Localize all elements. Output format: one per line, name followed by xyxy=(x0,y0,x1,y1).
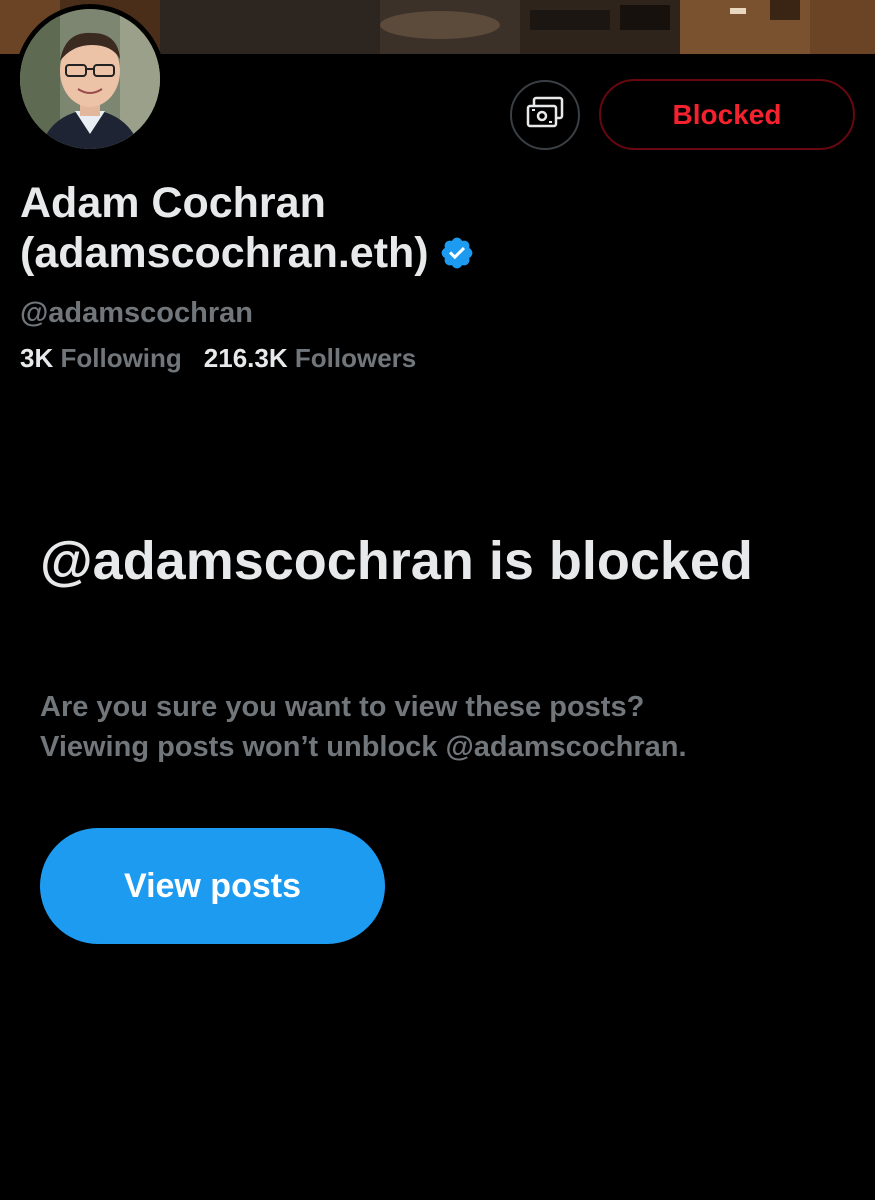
blocked-notice-title: @adamscochran is blocked xyxy=(40,531,753,591)
blocked-button-label: Blocked xyxy=(672,98,782,130)
follow-stats: 3K Following 216.3K Followers xyxy=(20,343,416,374)
avatar[interactable] xyxy=(15,4,165,154)
following-count: 3K xyxy=(20,343,54,373)
verified-badge-icon[interactable] xyxy=(439,232,475,282)
avatar-photo xyxy=(20,9,160,149)
following-link[interactable]: 3K Following xyxy=(20,343,182,373)
tip-button[interactable] xyxy=(510,80,580,150)
blocked-notice-line2: Viewing posts won’t unblock @adamscochra… xyxy=(40,731,687,763)
blocked-notice-text: Are you sure you want to view these post… xyxy=(40,687,840,767)
blocked-notice-line1: Are you sure you want to view these post… xyxy=(40,691,645,723)
followers-link[interactable]: 216.3K Followers xyxy=(204,343,416,373)
blocked-button[interactable]: Blocked xyxy=(599,79,855,150)
following-label: Following xyxy=(60,343,182,373)
followers-label: Followers xyxy=(294,343,417,373)
money-icon xyxy=(525,96,565,135)
view-posts-button[interactable]: View posts xyxy=(40,828,385,944)
display-name-block: Adam Cochran (adamscochran.eth) xyxy=(20,178,640,282)
followers-count: 216.3K xyxy=(203,343,288,373)
profile-handle: @adamscochran xyxy=(20,297,253,329)
view-posts-label: View posts xyxy=(124,866,301,905)
display-name: Adam Cochran (adamscochran.eth) xyxy=(20,179,429,277)
